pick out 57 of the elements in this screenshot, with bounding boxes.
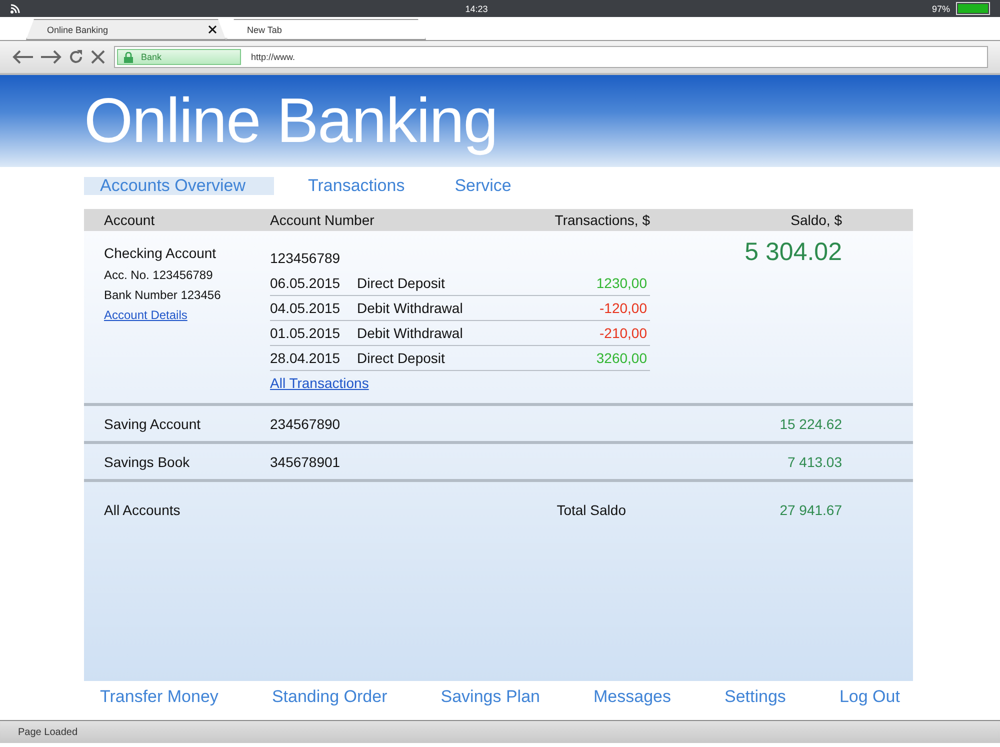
footer-link[interactable]: Messages <box>594 687 671 713</box>
clock-time: 14:23 <box>465 4 488 14</box>
column-header: Transactions, $ <box>554 212 650 228</box>
address-field[interactable]: Bank http://www. <box>114 46 988 68</box>
site-label: Bank <box>141 52 162 62</box>
forward-arrow-icon[interactable] <box>40 50 62 64</box>
transaction-amount: -120,00 <box>600 300 648 316</box>
page-title: Online Banking <box>84 85 498 157</box>
account-name: Savings Book <box>104 454 191 470</box>
account-number: 123456789 <box>270 249 342 268</box>
reload-icon[interactable] <box>68 49 84 65</box>
transaction-date: 01.05.2015 <box>270 325 342 341</box>
transaction-amount: 3260,00 <box>596 350 648 366</box>
account-number: 234567890 <box>270 416 342 432</box>
account-name: Checking Account <box>104 245 218 261</box>
transaction-description: Direct Deposit <box>357 350 446 366</box>
browser-tab[interactable]: Online Banking <box>26 19 226 40</box>
footer-link[interactable]: Standing Order <box>272 687 388 713</box>
transaction-date: 06.05.2015 <box>270 275 342 291</box>
column-header: Account Number <box>270 212 376 228</box>
transaction-description: Direct Deposit <box>357 275 446 291</box>
column-header: Account <box>104 212 156 228</box>
account-name: Saving Account <box>104 416 202 432</box>
account-saldo: 15 224.62 <box>778 416 842 432</box>
total-saldo-label: Total Saldo <box>556 502 627 518</box>
transaction-date: 28.04.2015 <box>270 350 342 366</box>
back-arrow-icon[interactable] <box>12 50 34 64</box>
nav-tab[interactable]: Transactions <box>292 177 421 195</box>
all-accounts-label: All Accounts <box>104 502 182 518</box>
account-saldo: 5 304.02 <box>744 238 842 267</box>
account-number: 345678901 <box>270 454 342 470</box>
battery-percent: 97% <box>932 4 950 14</box>
close-icon[interactable] <box>208 25 217 34</box>
transaction-date: 04.05.2015 <box>270 300 342 316</box>
browser-tab[interactable]: New Tab <box>226 19 426 40</box>
nav-tab[interactable]: Accounts Overview <box>84 177 274 195</box>
footer-link[interactable]: Transfer Money <box>100 687 218 713</box>
status-text: Page Loaded <box>18 726 78 738</box>
transaction-description: Debit Withdrawal <box>357 325 464 341</box>
battery-icon <box>956 2 990 15</box>
account-saldo: 7 413.03 <box>786 454 842 470</box>
account-details-link[interactable]: Account Details <box>104 308 270 322</box>
url-text: http://www. <box>251 52 296 62</box>
lock-icon <box>124 52 133 62</box>
wifi-icon <box>10 4 21 14</box>
column-header: Saldo, $ <box>790 212 842 228</box>
transaction-description: Debit Withdrawal <box>357 300 464 316</box>
footer-link[interactable]: Log Out <box>839 687 900 713</box>
account-number-text: Acc. No. 123456789 <box>104 268 214 282</box>
footer-link[interactable]: Savings Plan <box>440 687 540 713</box>
nav-tab[interactable]: Service <box>438 177 528 195</box>
all-transactions-link[interactable]: All Transactions <box>270 375 369 391</box>
total-saldo: 27 941.67 <box>778 502 842 518</box>
footer-link[interactable]: Settings <box>724 687 786 713</box>
transaction-amount: 1230,00 <box>596 275 648 291</box>
bank-number-text: Bank Number 123456 <box>104 288 222 302</box>
transaction-amount: -210,00 <box>600 325 648 341</box>
